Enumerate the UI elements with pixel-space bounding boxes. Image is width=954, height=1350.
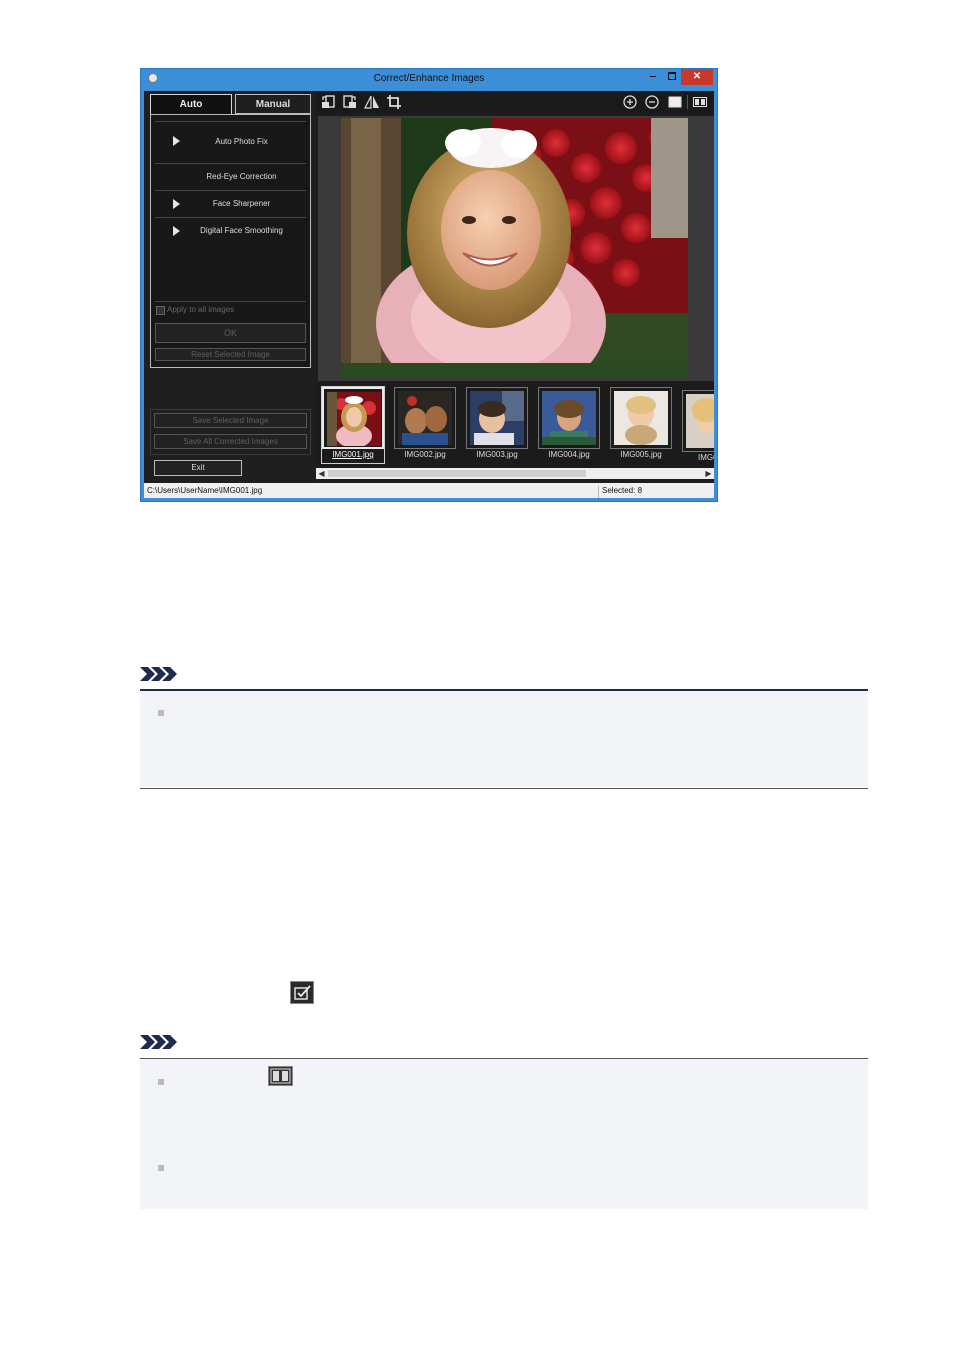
digital-face-smoothing-label: Digital Face Smoothing [200, 226, 283, 235]
thumbnail[interactable]: IMG002.jpg [394, 387, 456, 463]
status-bar: C:\Users\UserName\IMG001.jpg Selected: 8 [144, 483, 714, 498]
exit-button[interactable]: Exit [154, 460, 242, 476]
ok-button[interactable]: OK [155, 323, 306, 343]
auto-photo-fix-label: Auto Photo Fix [215, 137, 268, 146]
preview-photo[interactable] [341, 118, 688, 378]
image-preview-area [318, 116, 714, 381]
rotate-right-icon[interactable] [342, 94, 358, 110]
note-box [140, 691, 868, 787]
zoom-out-icon[interactable] [644, 94, 660, 110]
thumbnail[interactable]: IMG0 [682, 390, 714, 466]
thumbnail[interactable]: IMG001.jpg [321, 386, 385, 464]
thumbnail-clip: IMG0 [682, 387, 714, 467]
zoom-in-icon[interactable] [622, 94, 638, 110]
save-all-corrected-images-button[interactable]: Save All Corrected Images [154, 434, 307, 449]
scroll-thumb[interactable] [328, 470, 586, 477]
crop-icon[interactable] [386, 94, 402, 110]
thumbnail-frame [682, 390, 714, 452]
tab-auto[interactable]: Auto [150, 94, 232, 114]
toolbar [316, 91, 714, 113]
save-selected-image-button[interactable]: Save Selected Image [154, 413, 307, 428]
apply-to-all-label: Apply to all images [167, 305, 235, 314]
thumbnail[interactable]: IMG003.jpg [466, 387, 528, 463]
tab-manual[interactable]: Manual [235, 94, 311, 114]
thumbnail[interactable]: IMG004.jpg [538, 387, 600, 463]
note-bullet [158, 710, 164, 716]
thumbnail-caption: IMG004.jpg [548, 450, 590, 459]
thumbnail-frame [538, 387, 600, 449]
compare-icon[interactable] [692, 94, 708, 110]
note-box [140, 1059, 868, 1209]
close-icon: ✕ [692, 71, 702, 82]
apply-to-all-checkbox[interactable] [156, 306, 165, 315]
face-sharpener-label: Face Sharpener [212, 199, 271, 208]
corrected-mark-icon [290, 981, 314, 1004]
flip-icon[interactable] [364, 94, 380, 110]
reset-selected-image-button[interactable]: Reset Selected Image [155, 348, 306, 361]
red-eye-correction-item[interactable]: Red-Eye Correction [155, 163, 306, 190]
thumbnail-frame [610, 387, 672, 449]
maximize-icon [668, 72, 676, 81]
maximize-button[interactable] [663, 69, 681, 85]
thumbnail-frame [322, 387, 384, 449]
digital-face-smoothing-item[interactable]: Digital Face Smoothing [155, 217, 306, 244]
thumbnail-caption: IMG003.jpg [476, 450, 518, 459]
apply-to-all-row: Apply to all images [155, 301, 306, 318]
note-marker-icon [140, 667, 178, 681]
red-eye-correction-label: Red-Eye Correction [206, 172, 277, 181]
scroll-right-icon[interactable]: ▶ [703, 468, 714, 479]
thumbnail-strip: IMG001.jpg IMG002.jpg IMG003.jpg IMG004.… [316, 384, 714, 468]
status-selected-count: Selected: 8 [598, 486, 642, 498]
minimize-button[interactable] [643, 69, 663, 85]
window-client: Auto Manual Auto Photo Fix Red-Eye Corre… [144, 91, 714, 483]
auto-photo-fix-item[interactable]: Auto Photo Fix [155, 121, 306, 162]
note-marker-icon [140, 1035, 178, 1049]
rotate-left-icon[interactable] [320, 94, 336, 110]
correct-enhance-window: Correct/Enhance Images ✕ Auto Manual Aut… [140, 68, 718, 502]
note-bullet [158, 1079, 164, 1085]
save-button-group: Save Selected Image Save All Corrected I… [150, 409, 311, 455]
window-title: Correct/Enhance Images [373, 73, 485, 84]
face-sharpener-item[interactable]: Face Sharpener [155, 190, 306, 217]
close-button[interactable]: ✕ [681, 69, 713, 85]
thumbnail-caption: IMG002.jpg [404, 450, 446, 459]
thumbnail-caption: IMG005.jpg [620, 450, 662, 459]
compare-icon [268, 1066, 293, 1086]
note-bullet [158, 1165, 164, 1171]
thumbnail[interactable]: IMG005.jpg [610, 387, 672, 463]
thumbnail-caption: IMG0 [698, 453, 714, 462]
title-bar[interactable]: Correct/Enhance Images ✕ [141, 69, 717, 89]
note-bottom-rule [140, 788, 868, 789]
thumbnail-scrollbar[interactable]: ◀ ▶ [316, 468, 714, 479]
full-screen-icon[interactable] [667, 94, 683, 110]
thumbnail-frame [394, 387, 456, 449]
thumbnail-frame [466, 387, 528, 449]
auto-tab-panel: Auto Photo Fix Red-Eye Correction Face S… [150, 114, 311, 368]
status-file-path: C:\Users\UserName\IMG001.jpg [147, 486, 263, 495]
image-area: IMG001.jpg IMG002.jpg IMG003.jpg IMG004.… [316, 91, 714, 483]
correction-panel: Auto Manual Auto Photo Fix Red-Eye Corre… [144, 91, 316, 483]
toolbar-separator [687, 95, 688, 109]
scroll-left-icon[interactable]: ◀ [316, 468, 327, 479]
minimize-icon [650, 75, 656, 77]
thumbnail-caption: IMG001.jpg [332, 450, 374, 459]
